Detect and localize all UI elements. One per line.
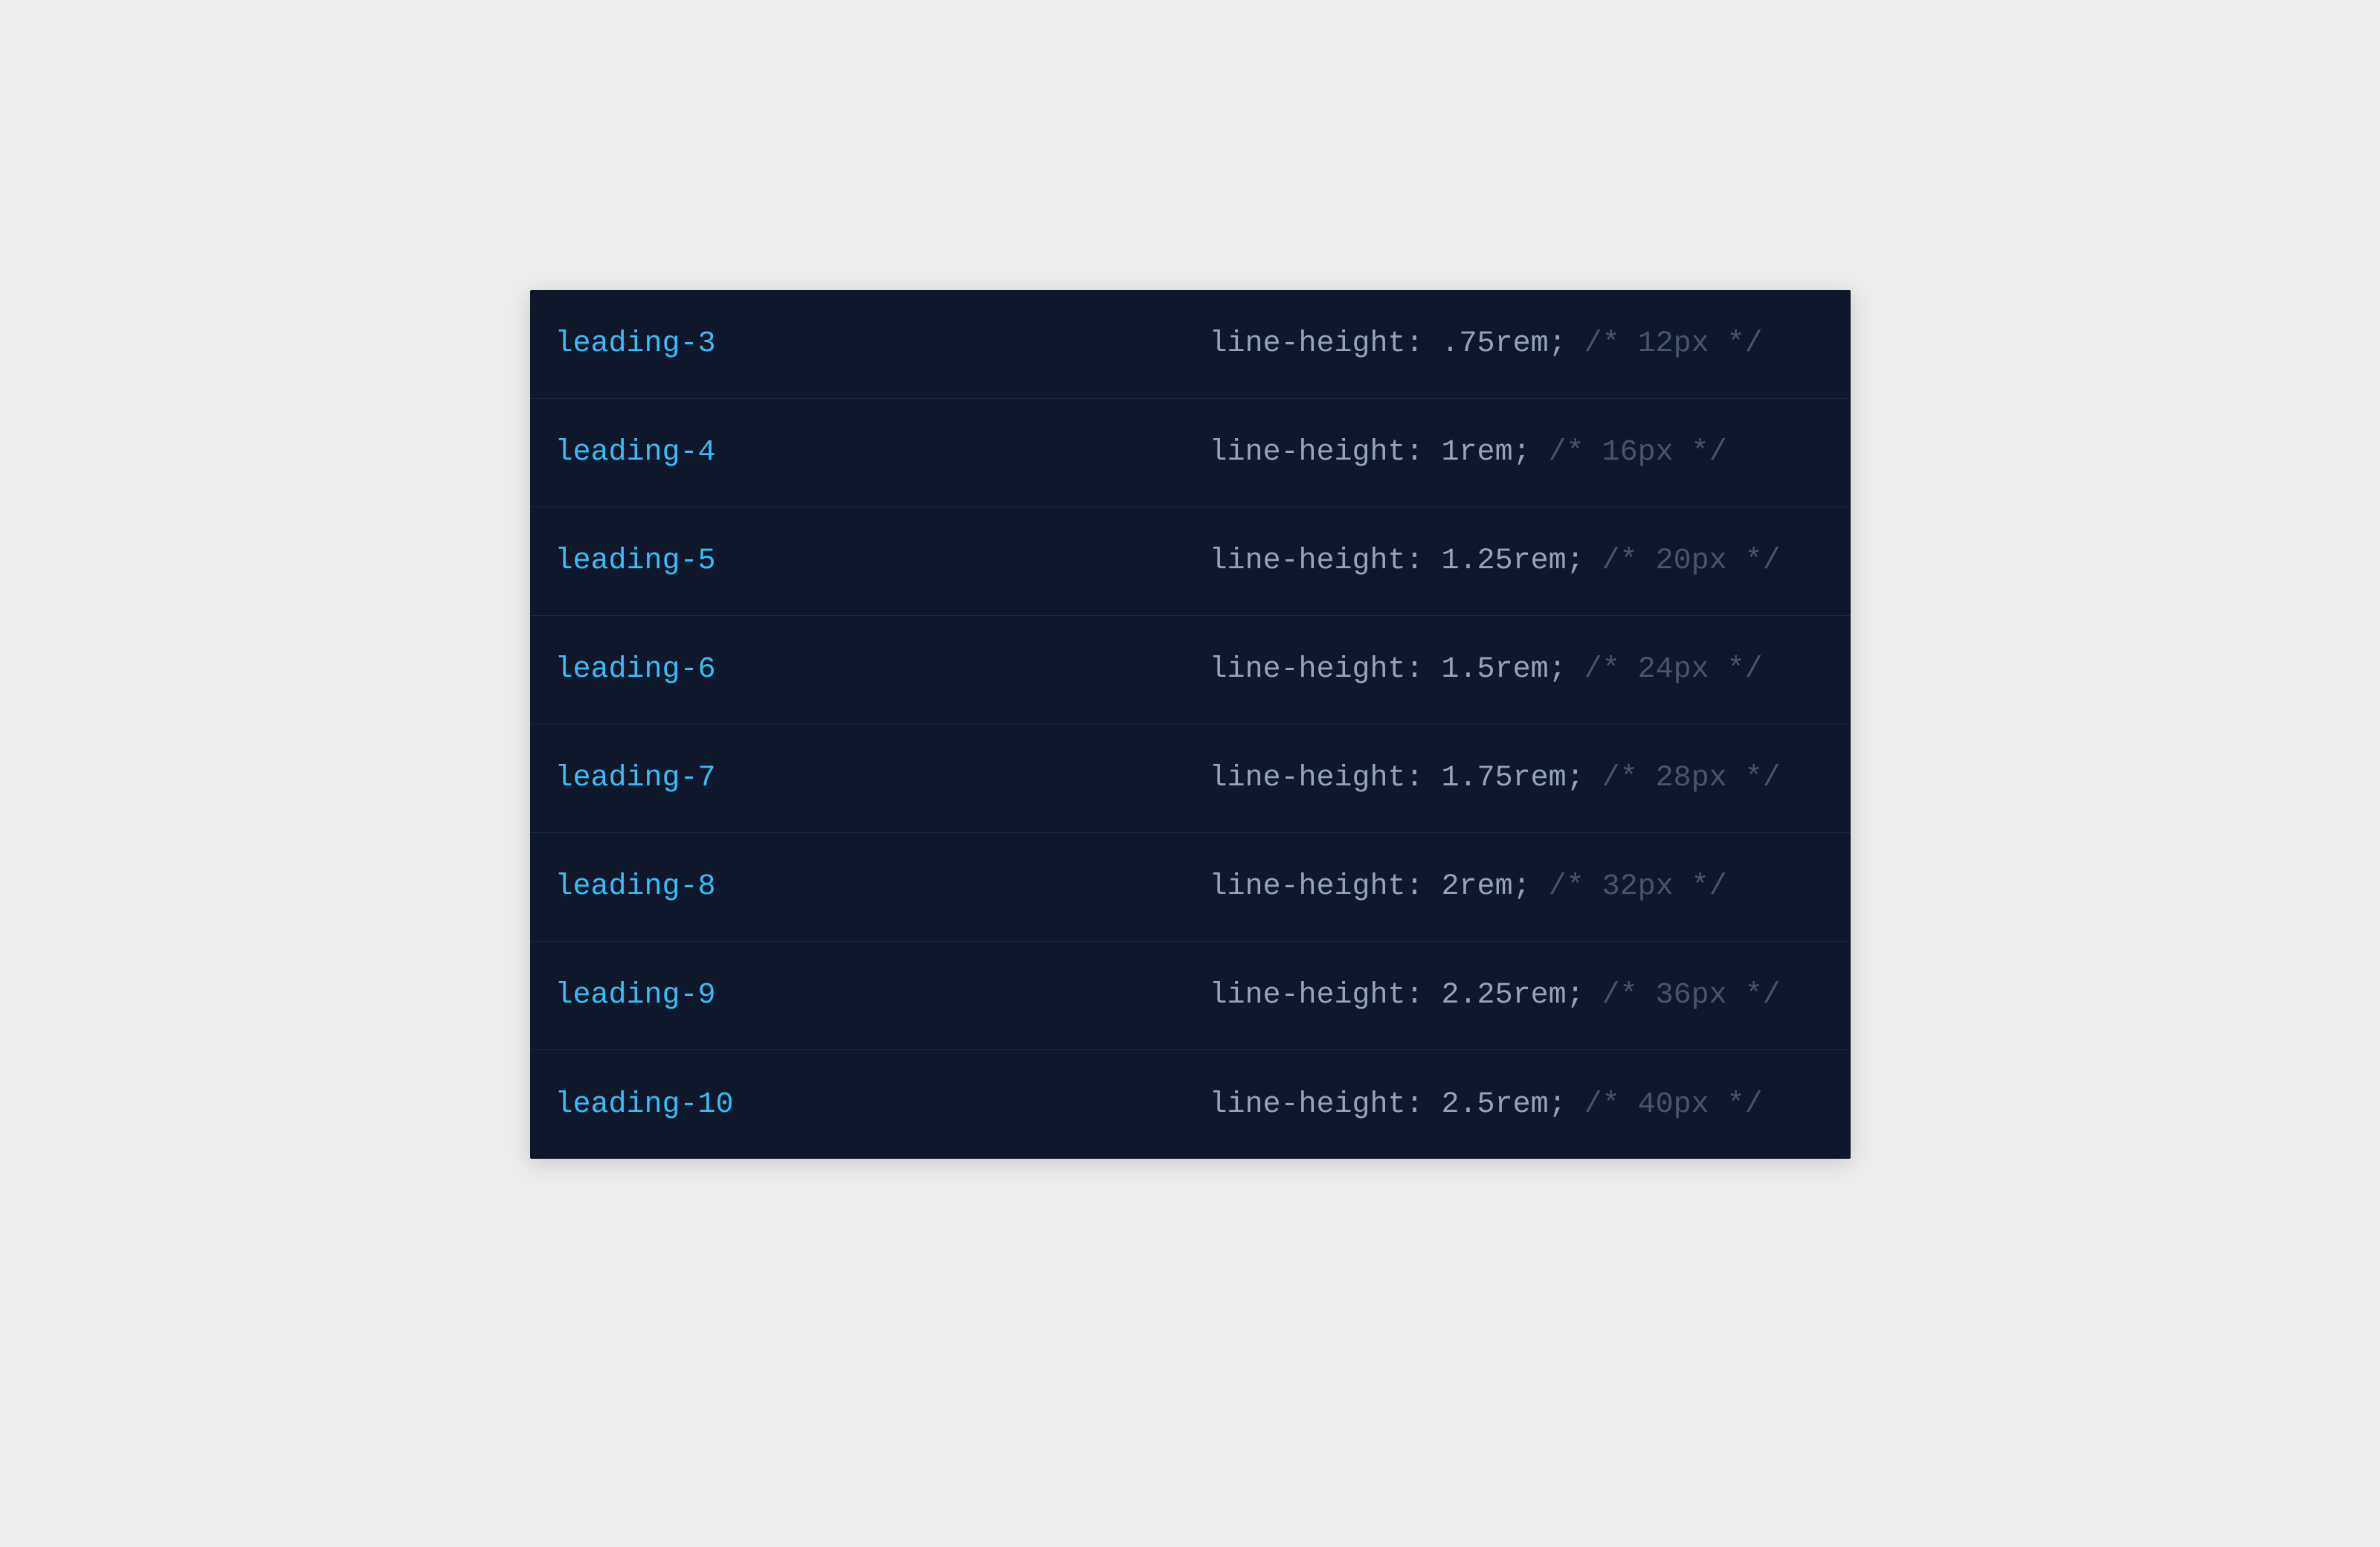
class-name-cell: leading-6 — [555, 653, 1210, 686]
table-row: leading-6 line-height: 1.5rem; /* 24px *… — [530, 616, 1851, 724]
property-comment: /* 28px */ — [1602, 762, 1781, 795]
table-row: leading-9 line-height: 2.25rem; /* 36px … — [530, 942, 1851, 1050]
property-value: line-height: 1.25rem; — [1210, 544, 1584, 578]
class-name-cell: leading-5 — [555, 544, 1210, 578]
table-row: leading-3 line-height: .75rem; /* 12px *… — [530, 290, 1851, 399]
properties-cell: line-height: .75rem; /* 12px */ — [1210, 327, 1825, 361]
property-comment: /* 24px */ — [1584, 653, 1763, 686]
property-value: line-height: 2.5rem; — [1210, 1088, 1567, 1122]
property-value: line-height: 1rem; — [1210, 436, 1531, 469]
properties-cell: line-height: 1rem; /* 16px */ — [1210, 436, 1825, 469]
property-comment: /* 36px */ — [1602, 979, 1781, 1012]
table-row: leading-8 line-height: 2rem; /* 32px */ — [530, 833, 1851, 942]
properties-cell: line-height: 2.5rem; /* 40px */ — [1210, 1088, 1825, 1122]
class-name-cell: leading-4 — [555, 436, 1210, 469]
property-comment: /* 32px */ — [1549, 870, 1727, 904]
property-comment: /* 20px */ — [1602, 544, 1781, 578]
class-name-cell: leading-3 — [555, 327, 1210, 361]
class-name-cell: leading-8 — [555, 870, 1210, 904]
property-comment: /* 16px */ — [1549, 436, 1727, 469]
properties-cell: line-height: 1.75rem; /* 28px */ — [1210, 762, 1825, 795]
property-value: line-height: 2.25rem; — [1210, 979, 1584, 1012]
table-row: leading-10 line-height: 2.5rem; /* 40px … — [530, 1050, 1851, 1159]
property-value: line-height: 2rem; — [1210, 870, 1531, 904]
table-row: leading-7 line-height: 1.75rem; /* 28px … — [530, 724, 1851, 833]
properties-cell: line-height: 1.25rem; /* 20px */ — [1210, 544, 1825, 578]
class-name-cell: leading-10 — [555, 1088, 1210, 1122]
class-name-cell: leading-7 — [555, 762, 1210, 795]
table-row: leading-4 line-height: 1rem; /* 16px */ — [530, 399, 1851, 507]
property-comment: /* 12px */ — [1584, 327, 1763, 361]
property-comment: /* 40px */ — [1584, 1088, 1763, 1122]
property-value: line-height: 1.5rem; — [1210, 653, 1567, 686]
properties-cell: line-height: 2rem; /* 32px */ — [1210, 870, 1825, 904]
utility-class-table: leading-3 line-height: .75rem; /* 12px *… — [530, 290, 1851, 1159]
properties-cell: line-height: 1.5rem; /* 24px */ — [1210, 653, 1825, 686]
table-row: leading-5 line-height: 1.25rem; /* 20px … — [530, 507, 1851, 616]
class-name-cell: leading-9 — [555, 979, 1210, 1012]
properties-cell: line-height: 2.25rem; /* 36px */ — [1210, 979, 1825, 1012]
property-value: line-height: 1.75rem; — [1210, 762, 1584, 795]
property-value: line-height: .75rem; — [1210, 327, 1567, 361]
